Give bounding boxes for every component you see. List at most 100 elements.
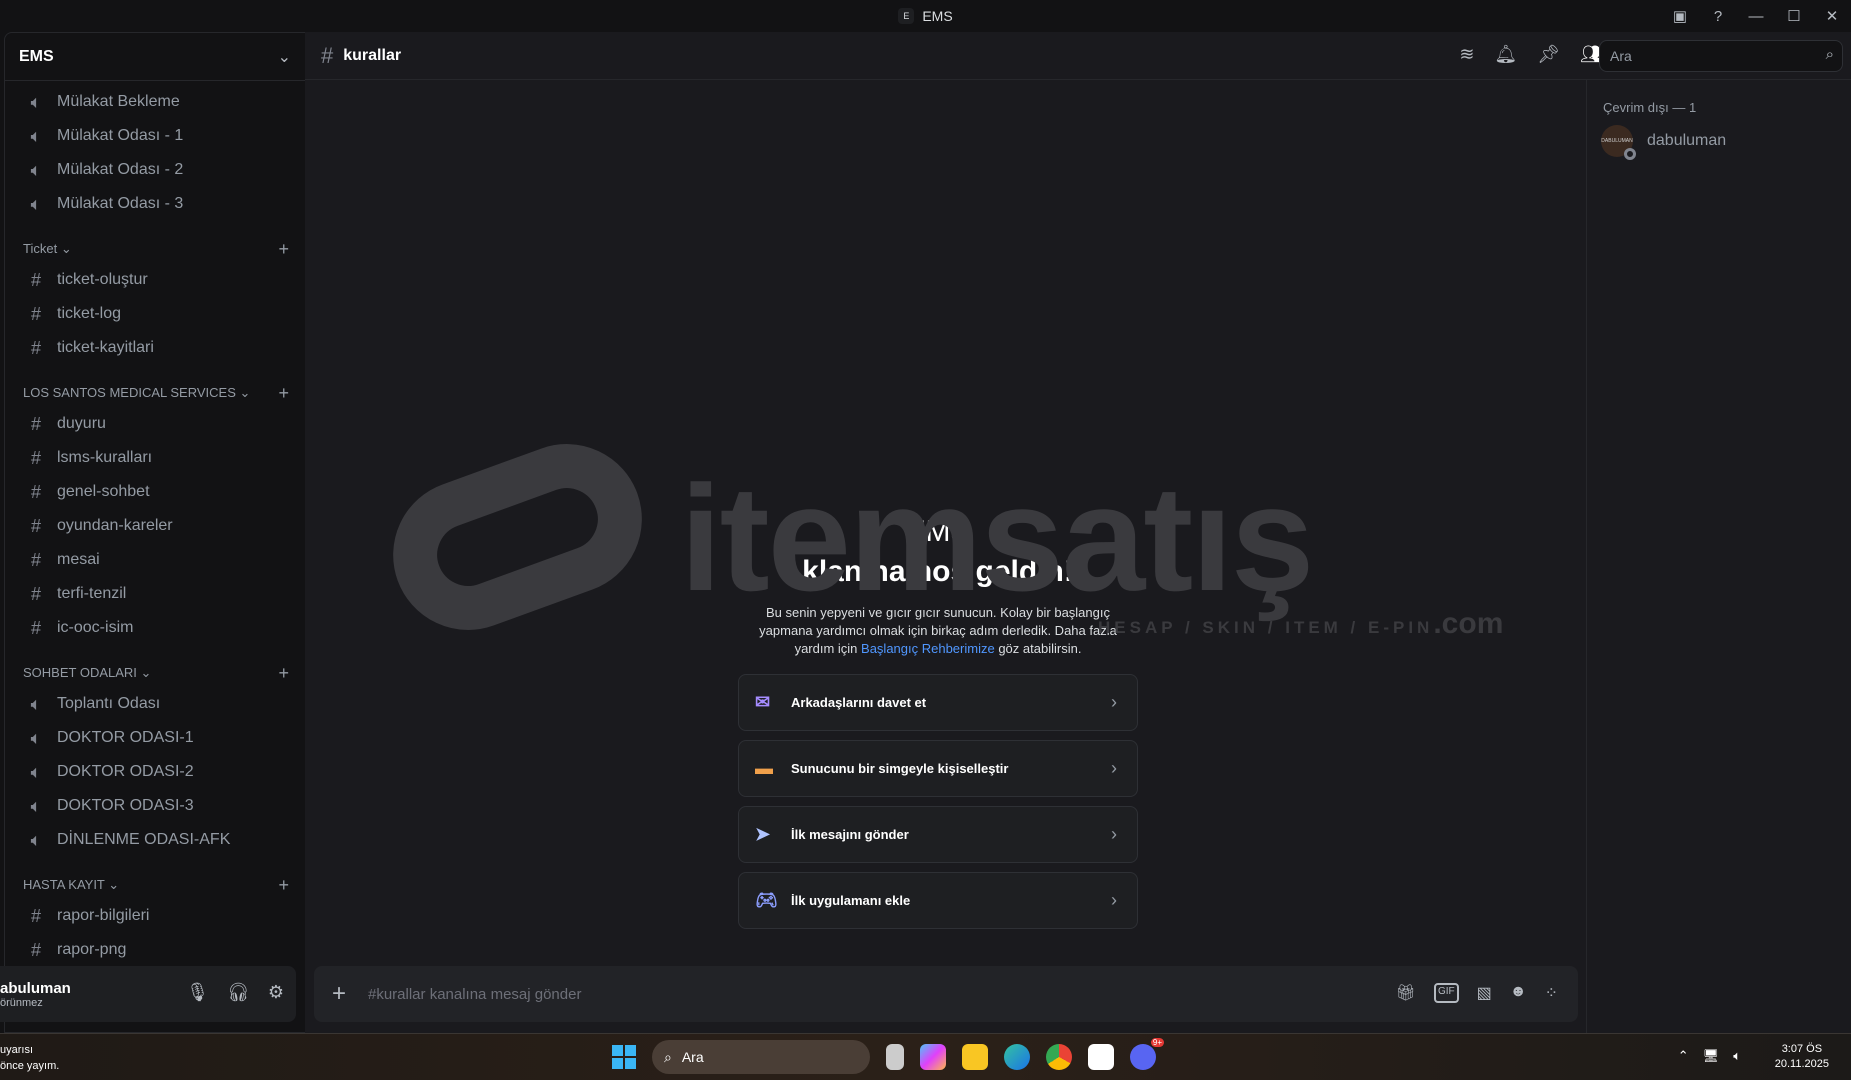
- hash-icon: #: [321, 42, 334, 68]
- channel-name: Mülakat Bekleme: [57, 93, 180, 110]
- clock-time: 3:07 ÖS: [1781, 1043, 1823, 1055]
- category-name: LOS SANTOS MEDICAL SERVICES ⌄: [23, 385, 250, 401]
- notification-preview[interactable]: uyarısı önce yayım.: [0, 1042, 59, 1074]
- help-icon[interactable]: ?: [1699, 8, 1737, 25]
- chevron-down-icon: ⌄: [136, 665, 152, 680]
- guide-link[interactable]: Başlangıç Rehberimize: [861, 641, 995, 656]
- emoji-icon[interactable]: ☻: [1510, 983, 1527, 1003]
- copilot-icon[interactable]: [920, 1044, 946, 1070]
- gif-icon[interactable]: GIF: [1433, 983, 1459, 1003]
- create-channel-icon[interactable]: +: [278, 875, 289, 896]
- store-icon[interactable]: [1088, 1044, 1114, 1070]
- channel-name: ticket-kayitlari: [57, 339, 154, 356]
- avatar-text: DABULUMAN: [1601, 138, 1633, 144]
- taskbar-search[interactable]: ⌕ Ara: [652, 1040, 870, 1074]
- channel-text[interactable]: # oyundan-kareler: [13, 509, 297, 543]
- channel-name: ic-ooc-isim: [57, 619, 134, 636]
- chevron-right-icon: ›: [1111, 758, 1117, 778]
- window-title: EMS: [922, 8, 953, 24]
- username[interactable]: abuluman: [0, 980, 71, 997]
- network-icon[interactable]: 🖥︎: [1703, 1048, 1720, 1064]
- channel-voice[interactable]: 🔈︎ DOKTOR ODASI-1: [13, 721, 297, 755]
- edge-icon[interactable]: [1004, 1044, 1030, 1070]
- message-composer[interactable]: + #kurallar kanalına mesaj gönder 🎁︎ GIF…: [314, 966, 1578, 1022]
- watermark: itemsatış HESAP / SKIN / ITEM / E-PIN.co…: [680, 452, 1503, 640]
- channel-text[interactable]: # ticket-kayitlari: [13, 331, 297, 365]
- category-header[interactable]: LOS SANTOS MEDICAL SERVICES ⌄ +: [13, 379, 297, 407]
- close-button[interactable]: ✕: [1813, 7, 1851, 25]
- member-item[interactable]: DABULUMAN dabuluman: [1601, 125, 1851, 160]
- discord-icon[interactable]: 9+: [1130, 1038, 1164, 1070]
- channel-voice[interactable]: 🔈︎ DİNLENME ODASI-AFK: [13, 823, 297, 857]
- channel-text[interactable]: # ticket-log: [13, 297, 297, 331]
- file-explorer-icon[interactable]: [962, 1044, 988, 1070]
- channel-text[interactable]: # ticket-oluştur: [13, 263, 297, 297]
- watermark-logo-icon: [372, 422, 663, 652]
- channel-name: Mülakat Odası - 3: [57, 195, 184, 212]
- chrome-icon[interactable]: [1046, 1044, 1072, 1070]
- invite-icon: ✉: [755, 692, 771, 712]
- customize-server-card[interactable]: ▬ Sunucunu bir simgeyle kişiselleştir ›: [738, 740, 1138, 797]
- card-label: Arkadaşlarını davet et: [791, 695, 927, 710]
- add-app-card[interactable]: 🎮︎ İlk uygulamanı ekle ›: [738, 872, 1138, 929]
- gift-icon[interactable]: 🎁︎: [1396, 983, 1416, 1003]
- channel-text[interactable]: # lsms-kuralları: [13, 441, 297, 475]
- gear-icon[interactable]: ⚙: [268, 982, 284, 1003]
- apps-icon[interactable]: ⁘: [1545, 983, 1558, 1003]
- search-input[interactable]: Ara ⌕: [1599, 40, 1843, 72]
- sticker-icon[interactable]: ▧: [1477, 983, 1492, 1003]
- maximize-button[interactable]: ☐: [1775, 7, 1813, 25]
- create-channel-icon[interactable]: +: [278, 663, 289, 684]
- channel-text[interactable]: # ic-ooc-isim: [13, 611, 297, 645]
- screen-share-icon[interactable]: ▣: [1661, 7, 1699, 25]
- bell-icon[interactable]: 🔔︎: [1494, 44, 1517, 65]
- channel-name: Toplantı Odası: [57, 695, 161, 712]
- clock[interactable]: 3:07 ÖS 20.11.2025: [1775, 1042, 1829, 1072]
- minimize-button[interactable]: —: [1737, 8, 1775, 25]
- volume-icon[interactable]: 🔈︎: [1733, 1048, 1741, 1064]
- message-input[interactable]: #kurallar kanalına mesaj gönder: [368, 986, 581, 1003]
- chevron-down-icon: ⌄: [104, 877, 120, 892]
- speaker-icon: 🔈︎: [30, 795, 42, 816]
- invite-friends-card[interactable]: ✉ Arkadaşlarını davet et ›: [738, 674, 1138, 731]
- channel-voice[interactable]: 🔈︎ Mülakat Odası - 1: [13, 119, 297, 153]
- watermark-sub-text: HESAP / SKIN / ITEM / E-PIN: [1098, 618, 1434, 637]
- member-name: dabuluman: [1647, 132, 1727, 149]
- channel-voice[interactable]: 🔈︎ Mülakat Odası - 3: [13, 187, 297, 221]
- notif-line-2: önce yayım.: [0, 1060, 60, 1072]
- windows-start-icon[interactable]: [612, 1045, 636, 1069]
- chevron-up-icon[interactable]: ⌃: [1678, 1048, 1689, 1064]
- microphone-icon[interactable]: 🎙︎: [186, 982, 209, 1003]
- category-header[interactable]: SOHBET ODALARI ⌄ +: [13, 659, 297, 687]
- channel-text[interactable]: # genel-sohbet: [13, 475, 297, 509]
- server-header[interactable]: EMS ⌄: [5, 33, 305, 81]
- category-header[interactable]: Ticket ⌄ +: [13, 235, 297, 263]
- first-message-card[interactable]: ➤ İlk mesajını gönder ›: [738, 806, 1138, 863]
- channel-text[interactable]: # mesai: [13, 543, 297, 577]
- threads-icon[interactable]: ≋: [1459, 44, 1474, 65]
- card-label: İlk mesajını gönder: [791, 827, 909, 842]
- pin-icon[interactable]: 📌︎: [1537, 44, 1560, 65]
- create-channel-icon[interactable]: +: [278, 239, 289, 260]
- channel-voice[interactable]: 🔈︎ DOKTOR ODASI-2: [13, 755, 297, 789]
- add-attachment-button[interactable]: +: [314, 980, 364, 1008]
- headphones-icon[interactable]: 🎧︎: [227, 982, 250, 1003]
- channel-text[interactable]: # rapor-bilgileri: [13, 899, 297, 933]
- channel-text[interactable]: # rapor-png: [13, 933, 297, 967]
- taskbar: uyarısı önce yayım. ⌕ Ara 9+ ⌃ 🖥︎ 🔈︎ 3:07 ÖS…: [0, 1033, 1851, 1080]
- channel-voice[interactable]: 🔈︎ Mülakat Odası - 2: [13, 153, 297, 187]
- hash-icon: #: [30, 447, 41, 468]
- welcome-text-2: göz atabilirsin.: [994, 641, 1082, 656]
- chevron-down-icon: ⌄: [277, 48, 291, 66]
- task-view-icon[interactable]: [886, 1044, 904, 1070]
- channel-voice[interactable]: 🔈︎ Mülakat Bekleme: [13, 85, 297, 119]
- channel-voice[interactable]: 🔈︎ Toplantı Odası: [13, 687, 297, 721]
- create-channel-icon[interactable]: +: [278, 383, 289, 404]
- category-header[interactable]: HASTA KAYIT ⌄ +: [13, 871, 297, 899]
- offline-status-icon: [1624, 148, 1636, 160]
- channel-text[interactable]: # duyuru: [13, 407, 297, 441]
- server-icon: ▬: [755, 758, 773, 778]
- channel-voice[interactable]: 🔈︎ DOKTOR ODASI-3: [13, 789, 297, 823]
- channel-text[interactable]: # terfi-tenzil: [13, 577, 297, 611]
- speaker-icon: 🔈︎: [30, 125, 42, 146]
